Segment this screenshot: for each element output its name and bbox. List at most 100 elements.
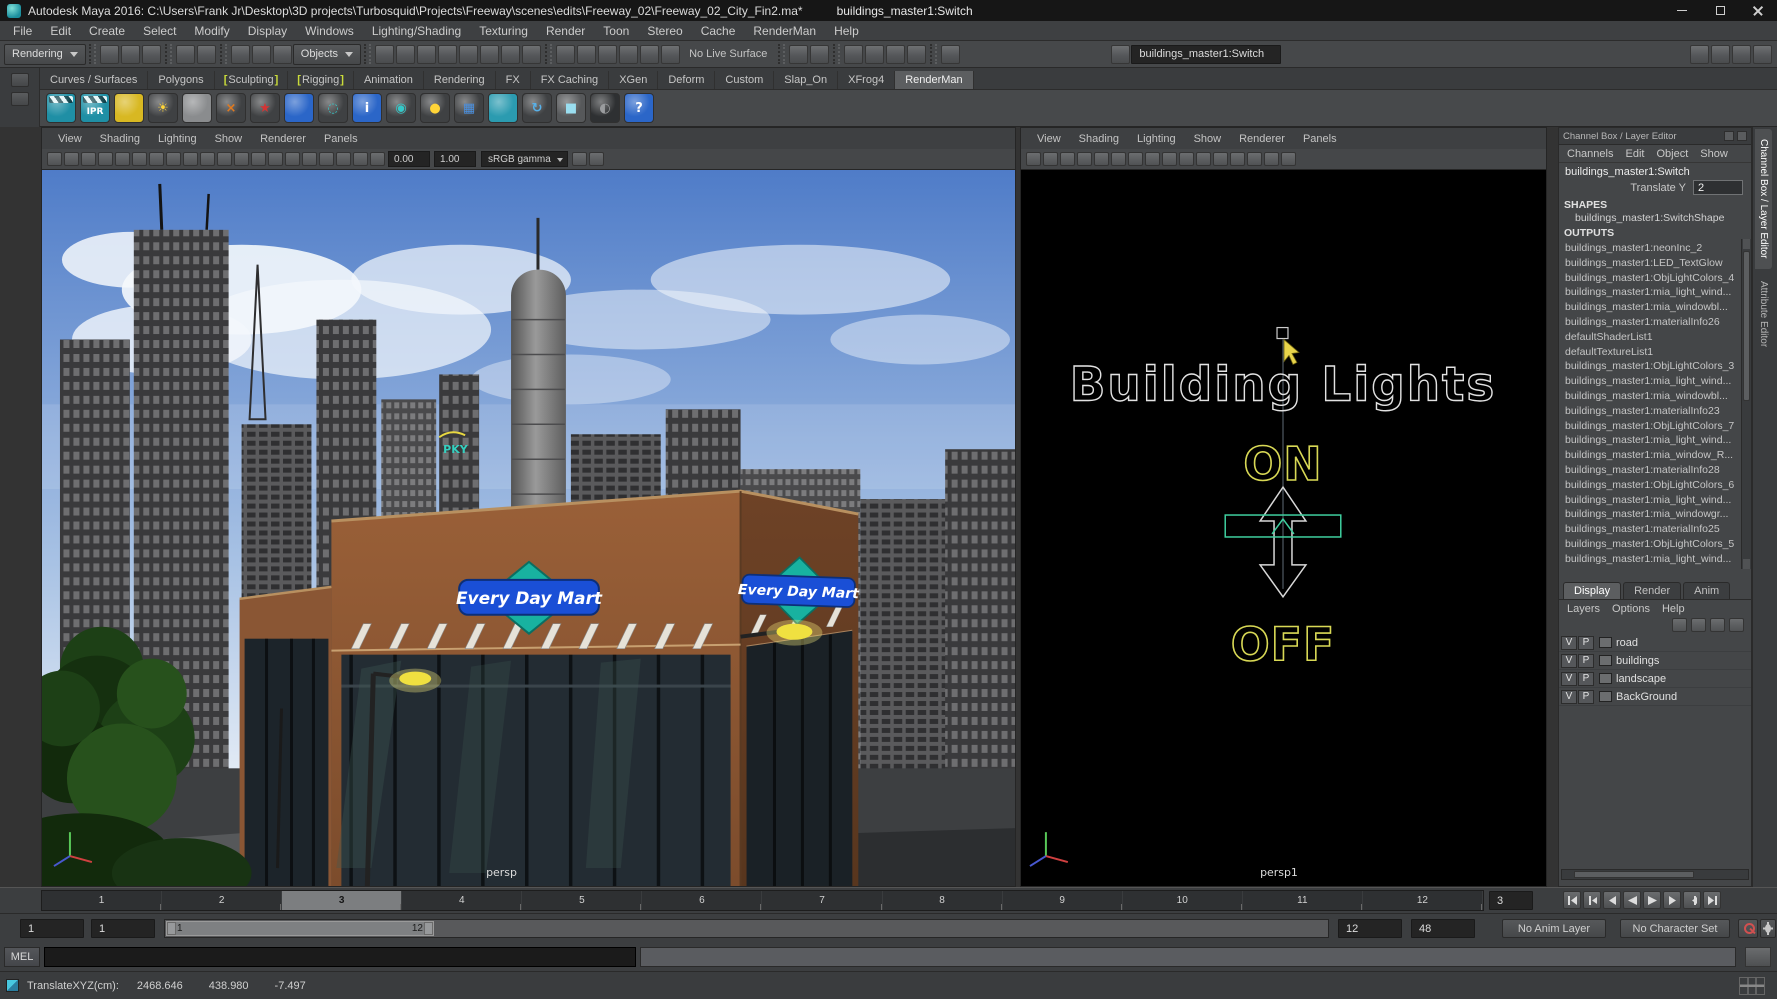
step-back-frame-button[interactable] [1603, 891, 1621, 909]
snap-projected-center-icon[interactable] [619, 45, 638, 64]
playback-start-field[interactable]: 1 [91, 919, 155, 938]
select-misc-mask-icon[interactable] [501, 45, 520, 64]
toolbar-grip[interactable] [778, 44, 785, 64]
playblast-icon[interactable]: ■ [556, 93, 586, 123]
step-forward-key-button[interactable] [1683, 891, 1701, 909]
output-node-item[interactable]: defaultTextureList1 [1565, 345, 1739, 360]
viewport-menu-item[interactable]: Show [207, 132, 251, 146]
channel-box-menu-item[interactable]: Channels [1567, 148, 1613, 160]
viewport-toolbar-icon[interactable] [183, 152, 198, 166]
layer-visibility-toggle[interactable]: V [1561, 636, 1577, 650]
save-scene-icon[interactable] [142, 45, 161, 64]
playback-range-handle[interactable]: 1 12 [166, 921, 434, 936]
shelf-tab[interactable]: RenderMan [895, 71, 973, 89]
output-node-item[interactable]: buildings_master1:materialInfo25 [1565, 522, 1739, 537]
layer-color-swatch[interactable] [1599, 673, 1612, 684]
select-curves-mask-icon[interactable] [396, 45, 415, 64]
frame-tick[interactable]: 1 [42, 891, 162, 910]
make-live-icon[interactable] [661, 45, 680, 64]
menu-item[interactable]: Lighting/Shading [363, 23, 470, 39]
new-scene-icon[interactable] [100, 45, 119, 64]
viewport-toolbar-icon[interactable] [132, 152, 147, 166]
layer-name[interactable]: road [1616, 637, 1638, 649]
layer-visibility-toggle[interactable]: V [1561, 672, 1577, 686]
viewport-menu-item[interactable]: Lighting [150, 132, 205, 146]
sidebar-channel-box-icon[interactable] [1732, 45, 1751, 64]
scrollbar-thumb[interactable] [1574, 871, 1694, 878]
menu-item[interactable]: Display [239, 23, 296, 39]
new-empty-layer-icon[interactable] [1710, 618, 1725, 632]
scroll-up-icon[interactable] [1743, 239, 1750, 249]
point-light-icon[interactable] [114, 93, 144, 123]
shelf-options-icon[interactable] [11, 92, 29, 106]
layer-editor-tab[interactable]: Anim [1683, 582, 1730, 599]
output-node-item[interactable]: buildings_master1:mia_windowbl... [1565, 300, 1739, 315]
menu-item[interactable]: Help [825, 23, 868, 39]
sidebar-vertical-tab[interactable]: Channel Box / Layer Editor [1755, 129, 1772, 269]
layer-row[interactable]: V P landscape [1559, 670, 1751, 688]
viewport-toolbar-icon[interactable] [234, 152, 249, 166]
viewport-toolbar-icon[interactable] [115, 152, 130, 166]
go-to-end-button[interactable] [1703, 891, 1721, 909]
shelf-tab[interactable]: FX [496, 71, 531, 89]
select-object-icon[interactable] [252, 45, 271, 64]
delete-lights-icon[interactable]: × [216, 93, 246, 123]
view-transform-dropdown[interactable]: sRGB gamma [481, 151, 568, 167]
viewport-menu-item[interactable]: Shading [92, 132, 148, 146]
toolbar-grip[interactable] [89, 44, 96, 64]
frame-tick[interactable]: 8 [883, 891, 1003, 910]
maximize-button[interactable] [1701, 0, 1739, 21]
script-editor-icon[interactable] [1745, 947, 1771, 967]
viewport-menu-item[interactable]: Show [1186, 132, 1230, 146]
shader-sphere-icon[interactable] [284, 93, 314, 123]
shelf-tab[interactable]: Polygons [148, 71, 214, 89]
layer-name[interactable]: buildings [1616, 655, 1659, 667]
sidebar-vertical-tab[interactable]: Attribute Editor [1755, 271, 1772, 357]
menu-item[interactable]: Windows [296, 23, 363, 39]
menu-item[interactable]: Render [537, 23, 594, 39]
gamma-field[interactable]: 1.00 [434, 151, 476, 167]
channel-box-menu-item[interactable]: Object [1656, 148, 1688, 160]
step-forward-frame-button[interactable] [1663, 891, 1681, 909]
channel-box-menu-item[interactable]: Show [1700, 148, 1728, 160]
viewport-toolbar-icon[interactable] [1281, 152, 1296, 166]
viewport-toolbar-icon[interactable] [47, 152, 62, 166]
frame-tick[interactable]: 11 [1243, 891, 1363, 910]
output-node-item[interactable]: buildings_master1:materialInfo28 [1565, 463, 1739, 478]
area-light-icon[interactable] [182, 93, 212, 123]
move-layer-up-icon[interactable] [1672, 618, 1687, 632]
viewport-toolbar-icon[interactable] [251, 152, 266, 166]
ipr-render-icon[interactable] [865, 45, 884, 64]
shelf-tab[interactable]: FX Caching [531, 71, 609, 89]
shelf-tab[interactable]: Rendering [424, 71, 496, 89]
menu-item[interactable]: Select [134, 23, 185, 39]
channel-box-hscrollbar[interactable] [1561, 869, 1749, 880]
shelf-tab[interactable]: XFrog4 [838, 71, 895, 89]
viewport-left-canvas[interactable]: PKY [42, 170, 1015, 886]
viewport-toolbar-icon[interactable] [319, 152, 334, 166]
shelf-tab[interactable]: Animation [354, 71, 424, 89]
scroll-down-icon[interactable] [1743, 559, 1750, 569]
attribute-value-field[interactable]: 2 [1693, 180, 1743, 195]
viewport-toolbar-icon[interactable] [1162, 152, 1177, 166]
viewport-right-canvas[interactable]: Building Lights ON OFF persp1 [1021, 170, 1546, 886]
select-hierarchy-icon[interactable] [231, 45, 250, 64]
viewport-toolbar-icon[interactable] [589, 152, 604, 166]
menu-item[interactable]: File [4, 23, 41, 39]
snap-curve-icon[interactable] [577, 45, 596, 64]
output-node-item[interactable]: buildings_master1:materialInfo26 [1565, 315, 1739, 330]
scrollbar-thumb[interactable] [1743, 251, 1750, 401]
viewport-menu-item[interactable]: Panels [316, 132, 366, 146]
viewport-toolbar-icon[interactable] [64, 152, 79, 166]
layer-name[interactable]: BackGround [1616, 691, 1677, 703]
step-back-key-button[interactable] [1583, 891, 1601, 909]
shelf-tab[interactable]: Slap_On [774, 71, 838, 89]
open-editor-icon[interactable] [810, 45, 829, 64]
spot-light-icon[interactable]: ☀ [148, 93, 178, 123]
layer-playback-toggle[interactable]: P [1578, 690, 1594, 704]
render-current-frame-icon[interactable] [46, 93, 76, 123]
ipr-render-icon[interactable]: IPR [80, 93, 110, 123]
toolbar-grip[interactable] [545, 44, 552, 64]
sidebar-modeling-toolkit-icon[interactable] [1753, 45, 1772, 64]
viewport-toolbar-icon[interactable] [370, 152, 385, 166]
